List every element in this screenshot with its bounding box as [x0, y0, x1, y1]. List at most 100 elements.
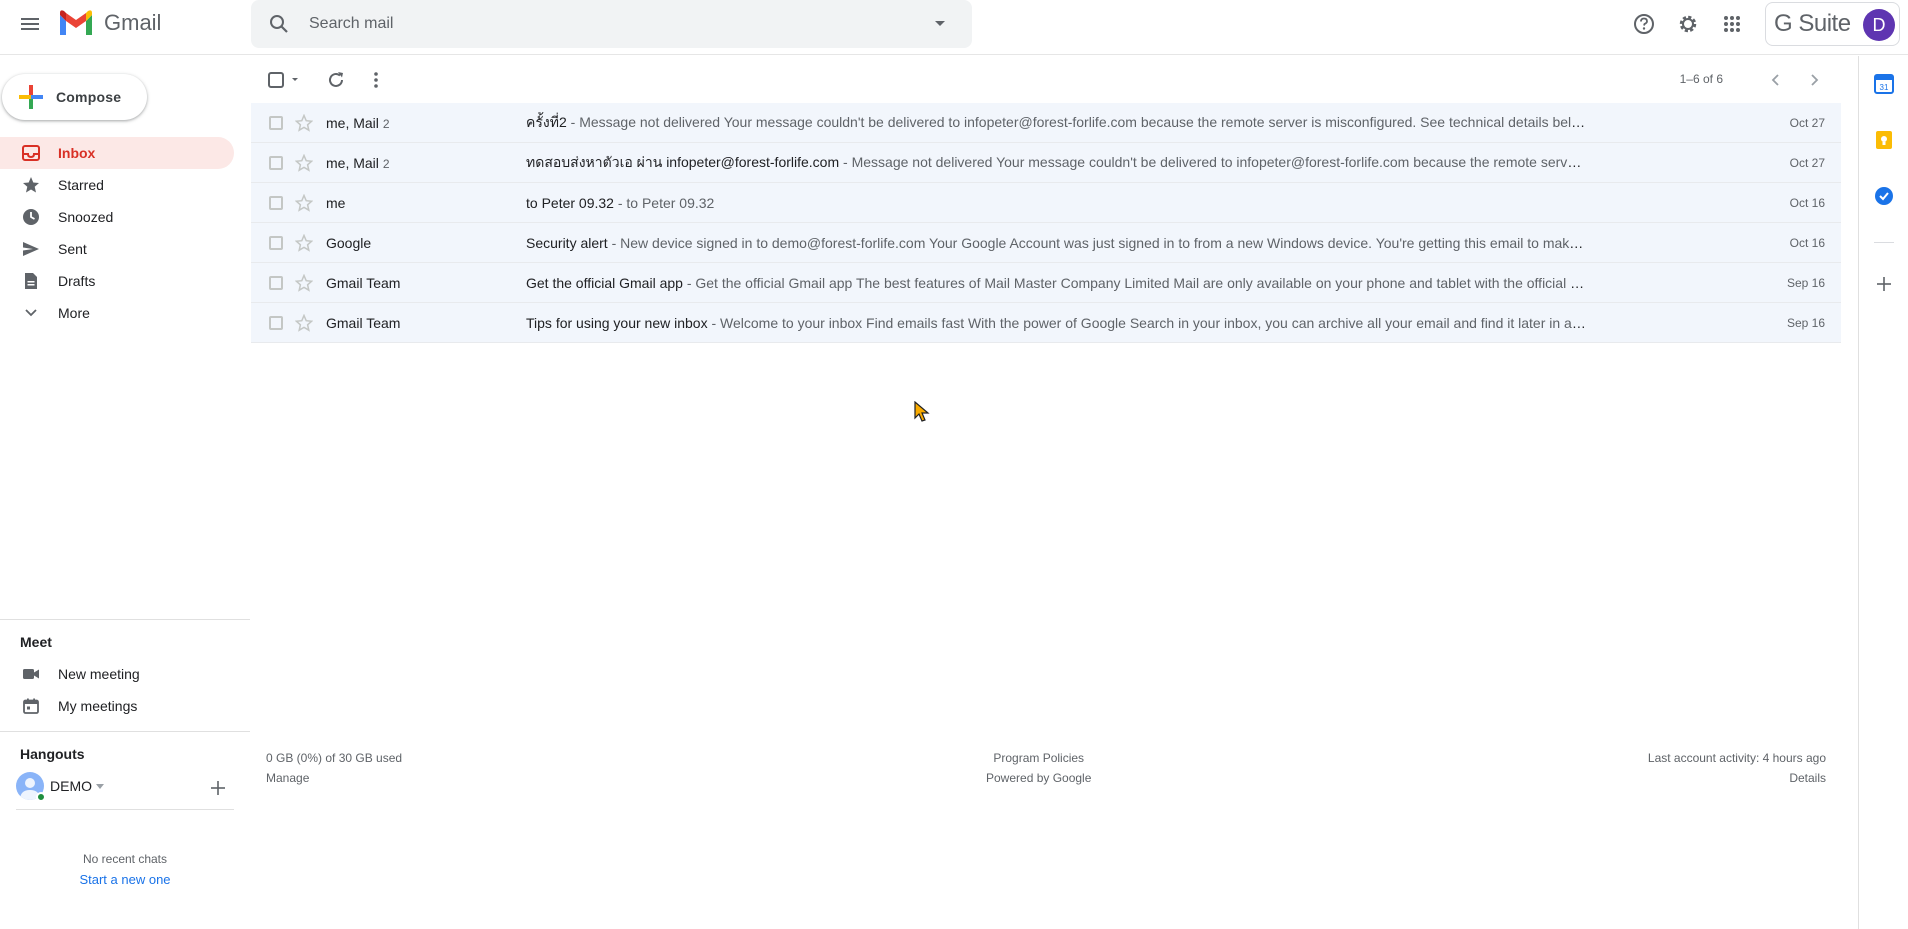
top-header: Gmail G Suite D — [0, 0, 1908, 55]
row-checkbox[interactable] — [269, 276, 283, 290]
plus-icon — [19, 85, 43, 109]
search-icon[interactable] — [267, 12, 291, 36]
email-row[interactable]: me to Peter 09.32 - to Peter 09.32 Oct 1… — [251, 183, 1841, 223]
email-date: Sep 16 — [1786, 315, 1825, 330]
star-toggle-icon[interactable] — [295, 114, 313, 132]
new-meeting-label: New meeting — [58, 666, 140, 682]
email-sender: me — [326, 194, 346, 211]
main-menu-icon[interactable] — [18, 12, 42, 36]
email-date: Sep 16 — [1786, 275, 1825, 290]
select-all-checkbox[interactable] — [267, 68, 301, 92]
tasks-app-icon[interactable] — [1874, 186, 1894, 206]
activity-details-link[interactable]: Details — [1648, 768, 1826, 788]
apps-grid-icon[interactable] — [1720, 12, 1744, 36]
email-content: Get the official Gmail app - Get the off… — [526, 275, 1586, 291]
email-content: ทดสอบส่งหาตัวเอ ผ่าน infopeter@forest-fo… — [526, 152, 1586, 174]
email-subject: to Peter 09.32 — [526, 194, 614, 211]
email-sender: me, Mail 2 — [326, 154, 390, 171]
sidebar-item-starred[interactable]: Starred — [0, 169, 234, 201]
star-toggle-icon[interactable] — [295, 154, 313, 172]
thread-count: 2 — [382, 156, 390, 171]
settings-gear-icon[interactable] — [1676, 12, 1700, 36]
video-camera-icon — [22, 665, 40, 683]
pagination-count: 1–6 of 6 — [1679, 72, 1723, 86]
row-checkbox[interactable] — [269, 196, 283, 210]
older-page-icon[interactable] — [1803, 68, 1827, 92]
row-checkbox[interactable] — [269, 116, 283, 130]
star-toggle-icon[interactable] — [295, 274, 313, 292]
program-policies-link[interactable]: Program Policies — [986, 748, 1091, 768]
svg-text:31: 31 — [1880, 83, 1889, 92]
thread-count: 2 — [382, 116, 390, 131]
row-checkbox[interactable] — [269, 236, 283, 250]
email-snippet: - Get the official Gmail app The best fe… — [686, 274, 1586, 291]
email-row[interactable]: Gmail Team Get the official Gmail app - … — [251, 263, 1841, 303]
new-meeting-button[interactable]: New meeting — [0, 660, 250, 688]
calendar-app-icon[interactable]: 31 — [1874, 74, 1894, 94]
email-subject: Security alert — [526, 234, 608, 251]
hangouts-username: DEMO — [50, 778, 92, 794]
keep-app-icon[interactable] — [1874, 130, 1894, 150]
sidebar-item-label: Sent — [58, 241, 87, 257]
powered-by-text: Powered by Google — [986, 771, 1092, 785]
email-row[interactable]: me, Mail 2 ทดสอบส่งหาตัวเอ ผ่าน infopeter… — [251, 143, 1841, 183]
calendar-icon — [22, 697, 40, 715]
add-chat-icon[interactable] — [206, 776, 230, 800]
manage-storage-link[interactable]: Manage — [266, 768, 402, 788]
sidebar-item-label: More — [58, 305, 90, 321]
sidebar-item-more[interactable]: More — [0, 297, 234, 329]
search-input[interactable] — [309, 15, 909, 33]
email-snippet: - New device signed in to demo@forest-fo… — [607, 234, 1586, 251]
gmail-m-icon — [60, 10, 92, 35]
online-status-dot — [36, 792, 46, 802]
start-new-chat-link[interactable]: Start a new one — [0, 872, 250, 887]
newer-page-icon[interactable] — [1763, 68, 1787, 92]
gsuite-brand: G Suite — [1774, 10, 1851, 37]
email-list: me, Mail 2 ครั้งที่2 - Message not delive… — [251, 103, 1841, 343]
hangouts-user-menu[interactable]: DEMO — [16, 772, 104, 802]
storage-usage: 0 GB (0%) of 30 GB used — [266, 751, 403, 765]
row-checkbox[interactable] — [269, 156, 283, 170]
email-date: Oct 16 — [1789, 235, 1825, 250]
email-snippet: - to Peter 09.32 — [613, 194, 715, 211]
sidebar-item-label: Snoozed — [58, 209, 114, 225]
account-switcher[interactable]: G Suite D — [1765, 2, 1900, 46]
hangouts-divider — [16, 809, 234, 810]
chevron-down-icon — [22, 304, 40, 322]
sidebar-item-sent[interactable]: Sent — [0, 233, 234, 265]
email-content: ครั้งที่2 - Message not delivered Your m… — [526, 112, 1586, 134]
sidebar-item-label: Starred — [58, 177, 104, 193]
meet-heading: Meet — [20, 634, 52, 650]
search-bar[interactable] — [251, 0, 972, 48]
sidebar-item-drafts[interactable]: Drafts — [0, 265, 234, 297]
compose-button[interactable]: Compose — [2, 74, 147, 120]
gmail-logo[interactable]: Gmail — [58, 9, 161, 37]
storage-info: 0 GB (0%) of 30 GB used Manage — [266, 748, 402, 788]
send-icon — [22, 240, 40, 258]
email-row[interactable]: Gmail Team Tips for using your new inbox… — [251, 303, 1841, 343]
get-addons-icon[interactable] — [1874, 274, 1894, 294]
email-row[interactable]: Google Security alert - New device signe… — [251, 223, 1841, 263]
app-name: Gmail — [104, 10, 162, 35]
row-checkbox[interactable] — [269, 316, 283, 330]
email-content: Tips for using your new inbox - Welcome … — [526, 315, 1586, 331]
sidebar-divider — [0, 731, 250, 732]
star-toggle-icon[interactable] — [295, 194, 313, 212]
email-row[interactable]: me, Mail 2 ครั้งที่2 - Message not delive… — [251, 103, 1841, 143]
sidebar-item-snoozed[interactable]: Snoozed — [0, 201, 234, 233]
email-date: Oct 27 — [1789, 155, 1825, 170]
sidebar-item-inbox[interactable]: Inbox — [0, 137, 234, 169]
star-toggle-icon[interactable] — [295, 314, 313, 332]
help-icon[interactable] — [1632, 12, 1656, 36]
email-snippet: - Message not delivered Your message cou… — [843, 153, 1586, 170]
refresh-icon[interactable] — [324, 68, 348, 92]
more-options-icon[interactable] — [364, 68, 388, 92]
user-avatar[interactable]: D — [1863, 9, 1895, 41]
star-toggle-icon[interactable] — [295, 234, 313, 252]
caret-down-icon — [96, 783, 104, 789]
search-options-icon[interactable] — [928, 12, 952, 36]
sidebar-item-label: Inbox — [58, 145, 96, 161]
my-meetings-button[interactable]: My meetings — [0, 692, 250, 720]
mouse-cursor-icon — [914, 401, 930, 422]
email-content: to Peter 09.32 - to Peter 09.32 — [526, 195, 1586, 211]
